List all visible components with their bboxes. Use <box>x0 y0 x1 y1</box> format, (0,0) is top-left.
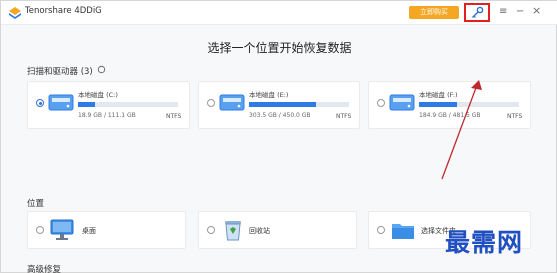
drive-size: 18.9 GB / 111.1 GB <box>78 112 136 119</box>
drive-filesystem: NTFS <box>336 113 352 120</box>
drive-usage-bar <box>78 102 178 107</box>
refresh-icon[interactable] <box>97 65 106 74</box>
app-window: Tenorshare 4DDiG 立即购买 ≡ − × 选择一个位置开始恢复数据… <box>0 0 557 273</box>
drive-card-e[interactable]: 本地磁盘 (E:) 303.5 GB / 450.0 GB NTFS <box>198 81 360 129</box>
hard-drive-icon <box>389 94 415 111</box>
page-title: 选择一个位置开始恢复数据 <box>207 41 352 55</box>
4ddig-logo-icon <box>9 7 21 19</box>
drive-usage-fill <box>419 102 457 107</box>
location-radio-recycle-bin[interactable] <box>207 226 215 234</box>
drive-name: 本地磁盘 (F:) <box>419 91 458 99</box>
key-icon[interactable] <box>470 6 484 20</box>
menu-icon[interactable]: ≡ <box>499 6 509 18</box>
drive-usage-fill <box>78 102 95 107</box>
location-card-recycle-bin[interactable]: 回收站 <box>198 211 357 249</box>
drive-usage-fill <box>249 102 316 107</box>
minimize-icon[interactable]: − <box>516 6 526 18</box>
drive-radio-e[interactable] <box>207 99 215 107</box>
watermark: 最需网 <box>445 228 524 257</box>
drive-radio-f[interactable] <box>377 99 385 107</box>
drive-size: 303.5 GB / 450.0 GB <box>249 112 311 119</box>
recycle-bin-icon <box>225 221 241 241</box>
drive-name: 本地磁盘 (C:) <box>78 91 118 99</box>
advanced-repair-section-label: 高级修复 <box>27 265 62 273</box>
drives-section-label: 扫描和驱动器 (3) <box>27 67 93 77</box>
drive-card-f[interactable]: 本地磁盘 (F:) 184.9 GB / 481.5 GB NTFS <box>368 81 531 129</box>
location-radio-desktop[interactable] <box>36 226 44 234</box>
folder-icon <box>392 224 414 239</box>
buy-now-button[interactable]: 立即购买 <box>409 6 459 19</box>
locations-section-label: 位置 <box>27 199 45 209</box>
drive-size: 184.9 GB / 481.5 GB <box>419 112 481 119</box>
drive-usage-bar <box>249 102 349 107</box>
drive-radio-c[interactable] <box>36 99 44 107</box>
app-title: Tenorshare 4DDiG <box>25 6 102 16</box>
key-button-highlight[interactable] <box>464 3 490 22</box>
location-radio-folder[interactable] <box>377 226 385 234</box>
drive-card-c[interactable]: 本地磁盘 (C:) 18.9 GB / 111.1 GB NTFS <box>27 81 190 129</box>
desktop-icon <box>50 219 74 240</box>
hard-drive-icon <box>48 94 74 111</box>
location-card-desktop[interactable]: 桌面 <box>27 211 186 249</box>
drive-filesystem: NTFS <box>166 113 182 120</box>
location-label: 桌面 <box>82 227 96 235</box>
drive-name: 本地磁盘 (E:) <box>249 91 289 99</box>
close-icon[interactable]: × <box>532 5 542 17</box>
title-bar: Tenorshare 4DDiG 立即购买 ≡ − × <box>1 1 557 25</box>
drive-usage-bar <box>419 102 519 107</box>
location-label: 回收站 <box>249 227 270 235</box>
hard-drive-icon <box>219 94 245 111</box>
drive-filesystem: NTFS <box>507 113 523 120</box>
